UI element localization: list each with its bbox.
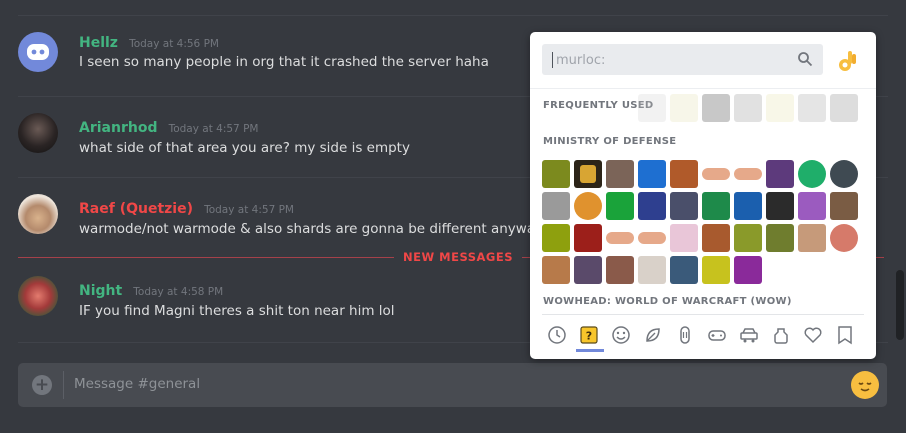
text-cursor (552, 52, 553, 68)
emoji-tile[interactable] (798, 192, 826, 220)
message-author[interactable]: Arianrhod (79, 120, 157, 136)
emoji-tile[interactable] (574, 160, 602, 188)
message-text: warmode/not warmode & also shards are go… (79, 221, 544, 237)
emoji-category-tabs: ? (542, 318, 864, 352)
food-icon[interactable] (674, 324, 696, 346)
activity-icon[interactable] (706, 324, 728, 346)
emoji-tile[interactable] (606, 192, 634, 220)
relieved-face-icon (858, 382, 872, 392)
message-text: IF you find Magni theres a shit ton near… (79, 303, 395, 319)
message-timestamp: Today at 4:57 PM (168, 123, 259, 135)
emoji-tile[interactable] (734, 256, 762, 284)
emoji-tile[interactable] (766, 160, 794, 188)
emoji-tile[interactable] (830, 160, 858, 188)
message-timestamp: Today at 4:58 PM (133, 286, 224, 298)
emoji-tile[interactable] (798, 224, 826, 252)
emoji-tile[interactable] (670, 224, 698, 252)
avatar[interactable] (18, 276, 58, 316)
active-tab-indicator (576, 349, 604, 352)
emoji-tile[interactable] (638, 160, 666, 188)
emoji-tile[interactable] (542, 160, 570, 188)
people-icon[interactable] (610, 324, 632, 346)
message-author[interactable]: Hellz (79, 35, 118, 51)
emoji-tile[interactable] (702, 256, 730, 284)
emoji-search-input[interactable] (554, 50, 788, 71)
emoji-picker: FREQUENTLY USED MINISTRY OF DEFENSE (530, 32, 876, 359)
message-input[interactable]: Message #general (74, 376, 200, 392)
category-ministry-of-defense: MINISTRY OF DEFENSE (543, 136, 677, 147)
emoji-tile[interactable] (542, 192, 570, 220)
avatar[interactable] (18, 113, 58, 153)
upload-plus-icon[interactable]: + (32, 375, 52, 395)
emoji-tile[interactable] (638, 192, 666, 220)
emoji-tile[interactable] (670, 256, 698, 284)
picker-footer-divider (542, 314, 864, 315)
message-timestamp: Today at 4:57 PM (204, 204, 294, 216)
emoji-tile[interactable] (734, 192, 762, 220)
objects-icon[interactable] (770, 324, 792, 346)
message-text: what side of that area you are? my side … (79, 140, 410, 156)
message-composer: + Message #general (18, 363, 887, 407)
emoji-tile[interactable] (702, 168, 730, 180)
new-messages-label: NEW MESSAGES (394, 250, 522, 264)
emoji-tile[interactable] (702, 224, 730, 252)
emoji-tile[interactable] (734, 224, 762, 252)
emoji-tile[interactable] (542, 224, 570, 252)
emoji-tile[interactable] (606, 160, 634, 188)
emoji-tile[interactable] (766, 224, 794, 252)
emoji-tile[interactable] (606, 232, 634, 244)
emoji-tile[interactable] (574, 192, 602, 220)
emoji-tile[interactable] (670, 192, 698, 220)
nature-icon[interactable] (642, 324, 664, 346)
message-author[interactable]: Raef (Quetzie) (79, 201, 193, 217)
emoji-tile[interactable] (798, 160, 826, 188)
emoji-tile[interactable] (574, 224, 602, 252)
avatar[interactable] (18, 194, 58, 234)
scrollbar-thumb[interactable] (896, 270, 904, 340)
discord-logo-icon (27, 44, 49, 60)
emoji-tile[interactable] (542, 256, 570, 284)
flags-icon[interactable] (834, 324, 856, 346)
emoji-tile[interactable] (830, 224, 858, 252)
emoji-tile[interactable] (574, 256, 602, 284)
search-icon (798, 52, 813, 67)
emoji-tile[interactable] (670, 160, 698, 188)
symbols-icon[interactable] (802, 324, 824, 346)
emoji-search-box[interactable] (542, 44, 823, 75)
emoji-tile[interactable] (766, 192, 794, 220)
svg-text:?: ? (586, 330, 592, 343)
emoji-button-icon[interactable] (851, 371, 879, 399)
message-text: I seen so many people in org that it cra… (79, 54, 489, 70)
emoji-tile[interactable] (606, 256, 634, 284)
travel-icon[interactable] (738, 324, 760, 346)
emoji-tile[interactable] (734, 168, 762, 180)
ok-hand-icon[interactable] (835, 48, 861, 74)
message-author[interactable]: Night (79, 283, 122, 299)
custom-server-icon[interactable]: ? (578, 324, 600, 346)
avatar[interactable] (18, 32, 58, 72)
composer-divider (63, 371, 64, 399)
emoji-tile[interactable] (702, 192, 730, 220)
emoji-tile[interactable] (830, 192, 858, 220)
top-divider (18, 15, 888, 16)
category-wowhead: WOWHEAD: WORLD OF WARCRAFT (WOW) (543, 296, 792, 307)
category-frequently-used: FREQUENTLY USED (543, 100, 654, 111)
picker-header-divider (530, 88, 876, 89)
emoji-tile[interactable] (638, 232, 666, 244)
frequently-used-row (638, 94, 863, 126)
emoji-tile[interactable] (638, 256, 666, 284)
recent-icon[interactable] (546, 324, 568, 346)
message-timestamp: Today at 4:56 PM (129, 38, 219, 50)
